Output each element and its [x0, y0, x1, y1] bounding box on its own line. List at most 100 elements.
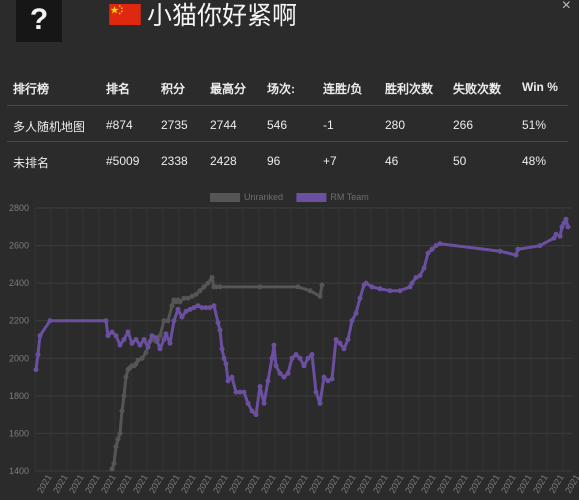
- series-point-1: [317, 400, 323, 406]
- series-point-1: [167, 340, 173, 346]
- x-tick-label: 2021: [243, 473, 262, 495]
- cell-highest: 2428: [210, 154, 237, 168]
- x-tick-label: 2021: [67, 473, 86, 495]
- series-point-1: [171, 318, 177, 324]
- y-tick-label: 1800: [9, 391, 29, 401]
- legend-label-0[interactable]: Unranked: [244, 192, 283, 202]
- x-tick-label: 2021: [563, 473, 579, 495]
- series-point-0: [295, 284, 301, 290]
- series-point-0: [197, 288, 203, 294]
- series-point-0: [115, 436, 121, 442]
- series-point-1: [277, 370, 283, 376]
- legend-swatch-0[interactable]: [210, 193, 240, 202]
- series-point-1: [285, 370, 291, 376]
- series-point-1: [219, 346, 225, 352]
- series-point-1: [273, 363, 279, 369]
- series-point-1: [313, 389, 319, 395]
- series-point-1: [397, 288, 403, 294]
- x-tick-label: 2021: [35, 473, 54, 495]
- y-tick-label: 1600: [9, 428, 29, 438]
- series-point-0: [109, 466, 115, 472]
- series-point-0: [257, 284, 263, 290]
- x-tick-label: 2021: [275, 473, 294, 495]
- series-point-0: [117, 430, 123, 436]
- col-header-rating: 积分: [161, 82, 186, 96]
- legend-swatch-1[interactable]: [296, 193, 327, 202]
- series-point-1: [125, 329, 131, 335]
- col-header-win-percent: Win %: [522, 80, 558, 94]
- series-point-1: [429, 246, 435, 252]
- x-tick-label: 2021: [259, 473, 278, 495]
- series-point-0: [165, 318, 171, 324]
- series-point-1: [321, 374, 327, 380]
- cell-games: 546: [267, 118, 288, 132]
- series-point-1: [175, 306, 181, 312]
- series-point-1: [113, 333, 119, 339]
- series-point-1: [229, 374, 235, 380]
- x-tick-label: 2021: [371, 473, 390, 495]
- x-tick-label: 2021: [547, 473, 566, 495]
- x-tick-label: 2021: [195, 473, 214, 495]
- series-point-0: [193, 291, 199, 297]
- x-tick-label: 2021: [387, 473, 406, 495]
- y-tick-label: 2000: [9, 353, 29, 363]
- series-point-1: [269, 355, 275, 361]
- series-point-0: [217, 284, 223, 290]
- series-point-1: [145, 344, 151, 350]
- series-point-1: [249, 408, 255, 414]
- x-tick-label: 2021: [227, 473, 246, 495]
- chart-legend[interactable]: Unranked RM Team: [210, 192, 369, 202]
- cell-win-percent: 48%: [522, 154, 547, 168]
- x-tick-label: 2021: [435, 473, 454, 495]
- player-name: 小猫你好紧啊: [147, 2, 298, 30]
- x-tick-label: 2021: [467, 473, 486, 495]
- stats-table: 排行榜 排名 积分 最高分 场次: 连胜/负 胜利次数 失败次数 Win % 多…: [7, 70, 568, 175]
- series-point-1: [565, 224, 571, 230]
- x-tick-label: 2021: [115, 473, 134, 495]
- series-point-0: [119, 408, 125, 414]
- series-point-0: [169, 303, 175, 309]
- series-point-1: [153, 335, 159, 341]
- x-tick-label: 2021: [339, 473, 358, 495]
- series-point-1: [557, 233, 563, 239]
- series-point-1: [241, 389, 247, 395]
- x-tick-label: 2021: [147, 473, 166, 495]
- series-point-0: [111, 461, 117, 466]
- series-point-0: [113, 444, 119, 450]
- series-point-0: [143, 350, 149, 356]
- series-point-0: [201, 284, 207, 290]
- series-point-1: [221, 355, 227, 361]
- series-point-1: [253, 412, 259, 418]
- series-point-1: [261, 400, 267, 406]
- series-point-0: [177, 299, 183, 305]
- cell-streak: +7: [323, 154, 337, 168]
- series-point-1: [109, 329, 115, 335]
- y-tick-label: 2600: [9, 241, 29, 251]
- series-point-1: [297, 355, 303, 361]
- cell-streak: -1: [323, 118, 334, 132]
- y-tick-label: 1400: [9, 466, 29, 476]
- series-point-1: [117, 342, 123, 348]
- col-header-rank: 排名: [106, 82, 131, 96]
- china-flag-icon: [109, 4, 141, 25]
- series-point-1: [333, 337, 339, 342]
- series-point-1: [363, 280, 369, 286]
- x-tick-label: 2021: [403, 473, 422, 495]
- col-header-leaderboard: 排行榜: [13, 82, 50, 96]
- x-tick-label: 2021: [307, 473, 326, 495]
- x-tick-label: 2021: [83, 473, 102, 495]
- series-point-1: [357, 295, 363, 301]
- series-point-1: [421, 265, 427, 271]
- close-icon[interactable]: ×: [562, 0, 571, 15]
- series-point-0: [307, 288, 313, 294]
- col-header-losses: 失败次数: [453, 82, 502, 96]
- legend-label-1[interactable]: RM Team: [330, 192, 368, 202]
- y-tick-label: 2400: [9, 278, 29, 288]
- series-point-1: [35, 352, 41, 357]
- series-point-1: [515, 246, 521, 252]
- series-point-1: [369, 284, 375, 290]
- series-point-1: [309, 352, 315, 357]
- cell-rank: #874: [106, 118, 133, 132]
- series-point-1: [157, 346, 163, 352]
- series-point-1: [215, 320, 221, 326]
